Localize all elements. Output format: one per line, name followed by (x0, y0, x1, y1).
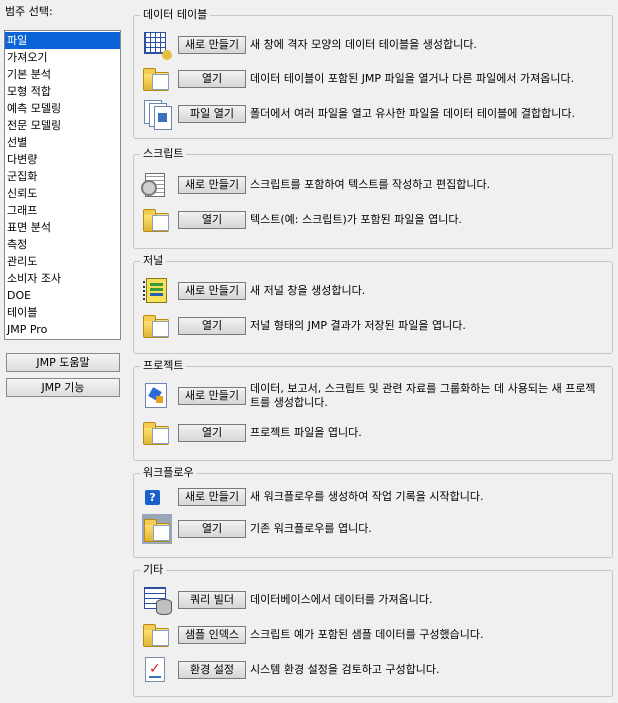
open-folder-icon (142, 418, 172, 448)
group-title: 기타 (140, 562, 167, 578)
data-table-open-files-button[interactable]: 파일 열기 (178, 105, 246, 123)
category-item[interactable]: JMP Pro (5, 321, 120, 338)
preferences-desc: 시스템 환경 설정을 검토하고 구성합니다. (250, 663, 440, 676)
project-open-button[interactable]: 열기 (178, 424, 246, 442)
category-item[interactable]: 관리도 (5, 253, 120, 270)
open-folder-icon (142, 311, 172, 341)
data-table-icon (142, 30, 172, 60)
group-title: 워크플로우 (140, 465, 197, 481)
category-list[interactable]: 파일 가져오기 기본 분석 모형 적합 예측 모델링 전문 모델링 선별 다변량 군집화 신뢰도 그… (4, 30, 121, 340)
data-table-open-desc: 데이터 테이블이 포함된 JMP 파일을 열거나 다른 파일에서 가져옵니다. (250, 72, 575, 85)
workflow-new-row: ? 새로 만들기 새 워크플로우를 생성하여 작업 기록을 시작합니다. (142, 482, 608, 512)
script-new-desc: 스크립트를 포함하여 텍스트를 작성하고 편집합니다. (250, 178, 491, 191)
category-item[interactable]: 측정 (5, 236, 120, 253)
journal-icon (142, 276, 172, 306)
category-item[interactable]: 신뢰도 (5, 185, 120, 202)
script-new-button[interactable]: 새로 만들기 (178, 176, 246, 194)
category-item[interactable]: 기본 분석 (5, 66, 120, 83)
workflow-new-desc: 새 워크플로우를 생성하여 작업 기록을 시작합니다. (250, 490, 484, 503)
open-folder-icon (142, 205, 172, 235)
open-folder-icon (142, 64, 172, 94)
jmp-help-button[interactable]: JMP 도움말 (6, 353, 120, 372)
data-table-open-files-desc: 폴더에서 여러 파일을 열고 유사한 파일을 데이터 테이블에 결합합니다. (250, 107, 575, 120)
open-folder-icon (142, 620, 172, 650)
category-item[interactable]: 테이블 (5, 304, 120, 321)
data-table-new-desc: 새 창에 격자 모양의 데이터 테이블을 생성합니다. (250, 38, 477, 51)
journal-new-row: 새로 만들기 새 저널 창을 생성합니다. (142, 276, 608, 306)
data-table-open-row: 열기 데이터 테이블이 포함된 JMP 파일을 열거나 다른 파일에서 가져옵니… (142, 64, 608, 94)
group-journal: 저널 새로 만들기 새 저널 창을 생성합니다. 열기 저널 형태의 JMP 결… (133, 253, 613, 354)
workflow-open-row: 열기 기존 워크플로우를 엽니다. (142, 514, 608, 544)
group-script: 스크립트 새로 만들기 스크립트를 포함하여 텍스트를 작성하고 편집합니다. … (133, 146, 613, 249)
group-workflow: 워크플로우 ? 새로 만들기 새 워크플로우를 생성하여 작업 기록을 시작합니… (133, 465, 613, 558)
group-other: 기타 쿼리 빌더 데이터베이스에서 데이터를 가져옵니다. 샘플 인덱스 스크립… (133, 562, 613, 697)
journal-open-row: 열기 저널 형태의 JMP 결과가 저장된 파일을 엽니다. (142, 311, 608, 341)
preferences-checklist-icon (142, 655, 172, 685)
journal-new-desc: 새 저널 창을 생성합니다. (250, 284, 366, 297)
category-item[interactable]: 예측 모델링 (5, 100, 120, 117)
workflow-folder-icon (142, 514, 172, 544)
jmp-features-button[interactable]: JMP 기능 (6, 378, 120, 397)
journal-open-desc: 저널 형태의 JMP 결과가 저장된 파일을 엽니다. (250, 319, 466, 332)
script-open-button[interactable]: 열기 (178, 211, 246, 229)
project-open-row: 열기 프로젝트 파일을 엽니다. (142, 418, 608, 448)
workflow-open-button[interactable]: 열기 (178, 520, 246, 538)
script-open-row: 열기 텍스트(예: 스크립트)가 포함된 파일을 엽니다. (142, 205, 608, 235)
category-item[interactable]: 그래프 (5, 202, 120, 219)
group-title: 스크립트 (140, 146, 187, 162)
category-item[interactable]: 다변량 (5, 151, 120, 168)
group-title: 저널 (140, 253, 167, 269)
category-item[interactable]: 선별 (5, 134, 120, 151)
journal-new-button[interactable]: 새로 만들기 (178, 282, 246, 300)
category-item[interactable]: 가져오기 (5, 49, 120, 66)
data-table-new-button[interactable]: 새로 만들기 (178, 36, 246, 54)
category-item[interactable]: 군집화 (5, 168, 120, 185)
data-table-open-button[interactable]: 열기 (178, 70, 246, 88)
project-open-desc: 프로젝트 파일을 엽니다. (250, 426, 362, 439)
database-query-icon (142, 585, 172, 615)
data-table-open-files-row: 파일 열기 폴더에서 여러 파일을 열고 유사한 파일을 데이터 테이블에 결합… (142, 99, 608, 130)
sample-index-desc: 스크립트 예가 포함된 샘플 데이터를 구성했습니다. (250, 628, 484, 641)
project-new-row: 새로 만들기 데이터, 보고서, 스크립트 및 관련 자료를 그룹화하는 데 사… (142, 381, 608, 411)
project-new-desc: 데이터, 보고서, 스크립트 및 관련 자료를 그룹화하는 데 사용되는 새 프… (250, 382, 596, 409)
group-title: 프로젝트 (140, 358, 187, 374)
preferences-button[interactable]: 환경 설정 (178, 661, 246, 679)
group-data-table: 데이터 테이블 새로 만들기 새 창에 격자 모양의 데이터 테이블을 생성합니… (133, 7, 613, 139)
category-item[interactable]: DOE (5, 287, 120, 304)
category-item[interactable]: 표면 분석 (5, 219, 120, 236)
help-question-icon: ? (142, 482, 172, 512)
workflow-open-desc: 기존 워크플로우를 엽니다. (250, 522, 372, 535)
script-open-desc: 텍스트(예: 스크립트)가 포함된 파일을 엽니다. (250, 213, 462, 226)
category-item[interactable]: 파일 (5, 32, 120, 49)
group-title: 데이터 테이블 (140, 7, 211, 23)
journal-open-button[interactable]: 열기 (178, 317, 246, 335)
query-builder-button[interactable]: 쿼리 빌더 (178, 591, 246, 609)
project-icon (142, 381, 172, 411)
query-builder-row: 쿼리 빌더 데이터베이스에서 데이터를 가져옵니다. (142, 585, 608, 615)
sample-index-button[interactable]: 샘플 인덱스 (178, 626, 246, 644)
multiple-files-icon (142, 99, 172, 130)
preferences-row: 환경 설정 시스템 환경 설정을 검토하고 구성합니다. (142, 655, 608, 685)
group-project: 프로젝트 새로 만들기 데이터, 보고서, 스크립트 및 관련 자료를 그룹화하… (133, 358, 613, 461)
category-item[interactable]: 전문 모델링 (5, 117, 120, 134)
data-table-new-row: 새로 만들기 새 창에 격자 모양의 데이터 테이블을 생성합니다. (142, 30, 608, 60)
script-icon (141, 170, 172, 200)
category-item[interactable]: 모형 적합 (5, 83, 120, 100)
category-item[interactable]: 소비자 조사 (5, 270, 120, 287)
workflow-new-button[interactable]: 새로 만들기 (178, 488, 246, 506)
category-panel: 범주 선택: 파일 가져오기 기본 분석 모형 적합 예측 모델링 전문 모델링 선별 다변량… (4, 4, 124, 397)
sample-index-row: 샘플 인덱스 스크립트 예가 포함된 샘플 데이터를 구성했습니다. (142, 620, 608, 650)
project-new-button[interactable]: 새로 만들기 (178, 387, 246, 405)
query-builder-desc: 데이터베이스에서 데이터를 가져옵니다. (250, 593, 433, 606)
category-label: 범주 선택: (5, 5, 53, 18)
script-new-row: 새로 만들기 스크립트를 포함하여 텍스트를 작성하고 편집합니다. (141, 170, 608, 200)
